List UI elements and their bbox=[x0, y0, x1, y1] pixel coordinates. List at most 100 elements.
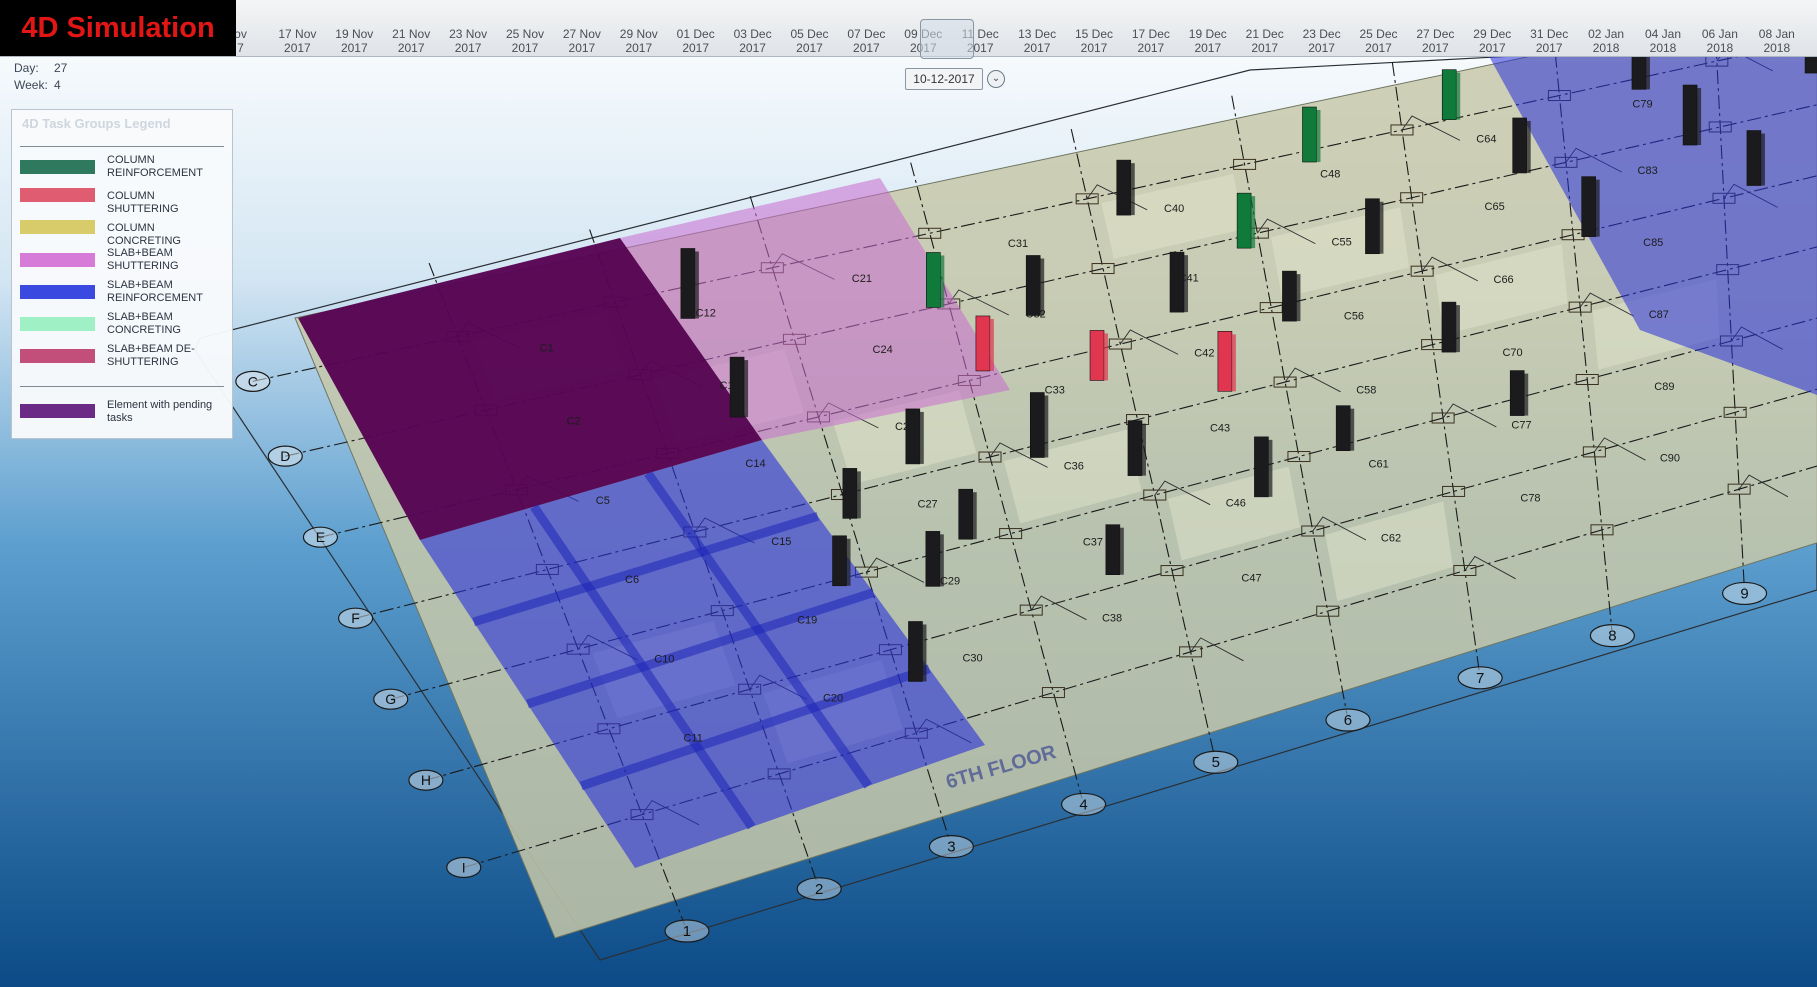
legend-swatch bbox=[20, 253, 95, 267]
column-tag: C15 bbox=[771, 536, 791, 548]
grid-bubble-label: G bbox=[385, 691, 396, 707]
column-tag: C5 bbox=[596, 495, 610, 507]
timeline-tick-day: 25 Nov bbox=[505, 27, 545, 41]
timeline-tick-day: 17 Dec bbox=[1131, 27, 1170, 41]
legend-label: SLAB+BEAM CONCRETING bbox=[107, 311, 181, 336]
timeline-tick: 23 Nov 2017 bbox=[440, 27, 497, 55]
column-tag: C14 bbox=[745, 458, 765, 470]
timeline-tick-day: 02 Jan bbox=[1588, 27, 1625, 41]
column-element-side bbox=[1044, 395, 1049, 458]
column-tag: C29 bbox=[940, 575, 960, 587]
timeline-tick-year: 2018 bbox=[1592, 41, 1620, 55]
timeline-tick: 27 Nov 2017 bbox=[553, 27, 610, 55]
column-tag: C6 bbox=[625, 574, 639, 586]
column-tag: C90 bbox=[1660, 453, 1680, 465]
column-tag: C43 bbox=[1210, 423, 1230, 435]
column-element bbox=[1365, 198, 1380, 255]
building-model-canvas[interactable]: C1C2C5C6C10C11C12C13C14C15C19C20C21C24C2… bbox=[0, 0, 1817, 987]
column-element bbox=[1441, 69, 1457, 120]
timeline-tick: 02 Jan 2018 bbox=[1578, 27, 1635, 55]
timeline-tick: 01 Dec 2017 bbox=[667, 27, 724, 55]
timeline-tick-day: 19 Nov bbox=[335, 27, 374, 41]
column-element-side bbox=[1119, 527, 1124, 575]
column-tag: C10 bbox=[654, 653, 674, 665]
legend-divider bbox=[20, 386, 224, 387]
column-tag: C70 bbox=[1502, 347, 1522, 359]
current-date-field[interactable]: 10-12-2017 bbox=[905, 68, 983, 90]
legend-item-column-shuttering: COLUMN SHUTTERING bbox=[20, 186, 230, 215]
column-tag: C20 bbox=[823, 692, 843, 704]
timeline-tick-year: 2017 bbox=[340, 41, 368, 55]
timeline-tick-day: 08 Jan bbox=[1758, 27, 1795, 41]
column-tag: C12 bbox=[696, 308, 716, 320]
legend-swatch bbox=[20, 349, 95, 363]
column-element-side bbox=[846, 538, 851, 586]
column-tag: C85 bbox=[1643, 237, 1663, 249]
column-tag: C1 bbox=[540, 343, 554, 355]
column-element-side bbox=[1526, 120, 1531, 173]
column-element-side bbox=[1456, 72, 1461, 120]
grid-bubble-label: 1 bbox=[683, 923, 691, 940]
legend-swatch bbox=[20, 404, 95, 418]
column-element-side bbox=[1231, 334, 1236, 392]
timeline-tick-year: 2017 bbox=[796, 41, 823, 55]
column-element bbox=[908, 621, 923, 682]
timeline-tick-year: 2017 bbox=[682, 41, 710, 55]
timeline-tick-year: 2017 bbox=[1194, 41, 1222, 55]
legend-swatch bbox=[20, 317, 95, 331]
column-element bbox=[1581, 176, 1596, 237]
column-element bbox=[958, 488, 974, 540]
column-element bbox=[1116, 159, 1132, 216]
column-tag: C55 bbox=[1332, 237, 1352, 249]
column-element-side bbox=[1316, 110, 1321, 163]
column-tag: C36 bbox=[1064, 460, 1084, 472]
timeline-tick-year: 2017 bbox=[1535, 41, 1563, 55]
column-tag: C79 bbox=[1632, 99, 1652, 111]
column-element bbox=[1236, 192, 1252, 249]
column-element bbox=[975, 315, 991, 372]
timeline-tick-day: 05 Dec bbox=[790, 27, 829, 41]
column-element-side bbox=[1697, 88, 1702, 146]
column-element bbox=[1335, 405, 1351, 451]
column-tag: C21 bbox=[852, 273, 872, 285]
timeline-slider-thumb[interactable] bbox=[920, 19, 974, 59]
timeline-tick: 29 Nov 2017 bbox=[610, 27, 667, 55]
grid-bubble-label: I bbox=[462, 859, 466, 875]
column-element-side bbox=[972, 492, 977, 540]
grid-bubble-label: 7 bbox=[1476, 670, 1484, 687]
column-tag: C2 bbox=[567, 416, 581, 428]
grid-bubble-label: F bbox=[351, 610, 360, 626]
timeline-tick: 08 Jan 2018 bbox=[1748, 27, 1805, 55]
legend-label: Element with pending tasks bbox=[107, 399, 213, 424]
column-tag: C31 bbox=[1008, 238, 1028, 250]
column-tag: C89 bbox=[1654, 381, 1674, 393]
timeline-tick-day: 03 Dec bbox=[733, 27, 772, 41]
legend-item-pending-tasks: Element with pending tasks bbox=[20, 399, 230, 427]
timeline-tick-day: 06 Jan bbox=[1701, 27, 1738, 41]
column-element-side bbox=[1760, 133, 1765, 186]
timeline-tick-year: 2017 bbox=[1308, 41, 1335, 55]
4d-model-viewport[interactable]: C1 C2 C5 C6 C10 C11 C12 C13 C14 C15 C19 C20 C21 C24 C2… bbox=[0, 0, 1817, 987]
column-tag: C61 bbox=[1369, 459, 1389, 471]
timeline-bar[interactable]: ov 7 17 Nov 2017 19 Nov 2017 21 Nov 2017 23 Nov 2… bbox=[0, 0, 1817, 59]
column-element bbox=[1282, 270, 1297, 322]
legend-swatch bbox=[20, 160, 95, 174]
timeline-tick-day: 15 Dec bbox=[1074, 27, 1114, 41]
column-element-side bbox=[940, 255, 945, 308]
column-element-side bbox=[989, 318, 994, 371]
column-element-side bbox=[856, 471, 861, 519]
timeline-tick-year: 2017 bbox=[739, 41, 766, 55]
legend-item-slab-beam-shuttering: SLAB+BEAM SHUTTERING bbox=[20, 247, 230, 273]
grid-bubble-label: 5 bbox=[1212, 754, 1220, 771]
legend-label: COLUMN CONCRETING bbox=[107, 222, 181, 247]
timeline-tick-day: 07 Dec bbox=[847, 27, 886, 41]
column-element-side bbox=[919, 411, 924, 464]
column-tag: C66 bbox=[1494, 274, 1514, 286]
column-element bbox=[1682, 84, 1698, 146]
column-element bbox=[1025, 255, 1041, 316]
task-groups-legend: 4D Task Groups Legend COLUMN REINFORCEME… bbox=[11, 109, 233, 439]
column-tag: C38 bbox=[1102, 613, 1122, 625]
column-tag: C83 bbox=[1638, 165, 1658, 177]
chevron-down-circle-icon[interactable]: ⌄ bbox=[987, 70, 1005, 88]
legend-swatch bbox=[20, 188, 95, 202]
